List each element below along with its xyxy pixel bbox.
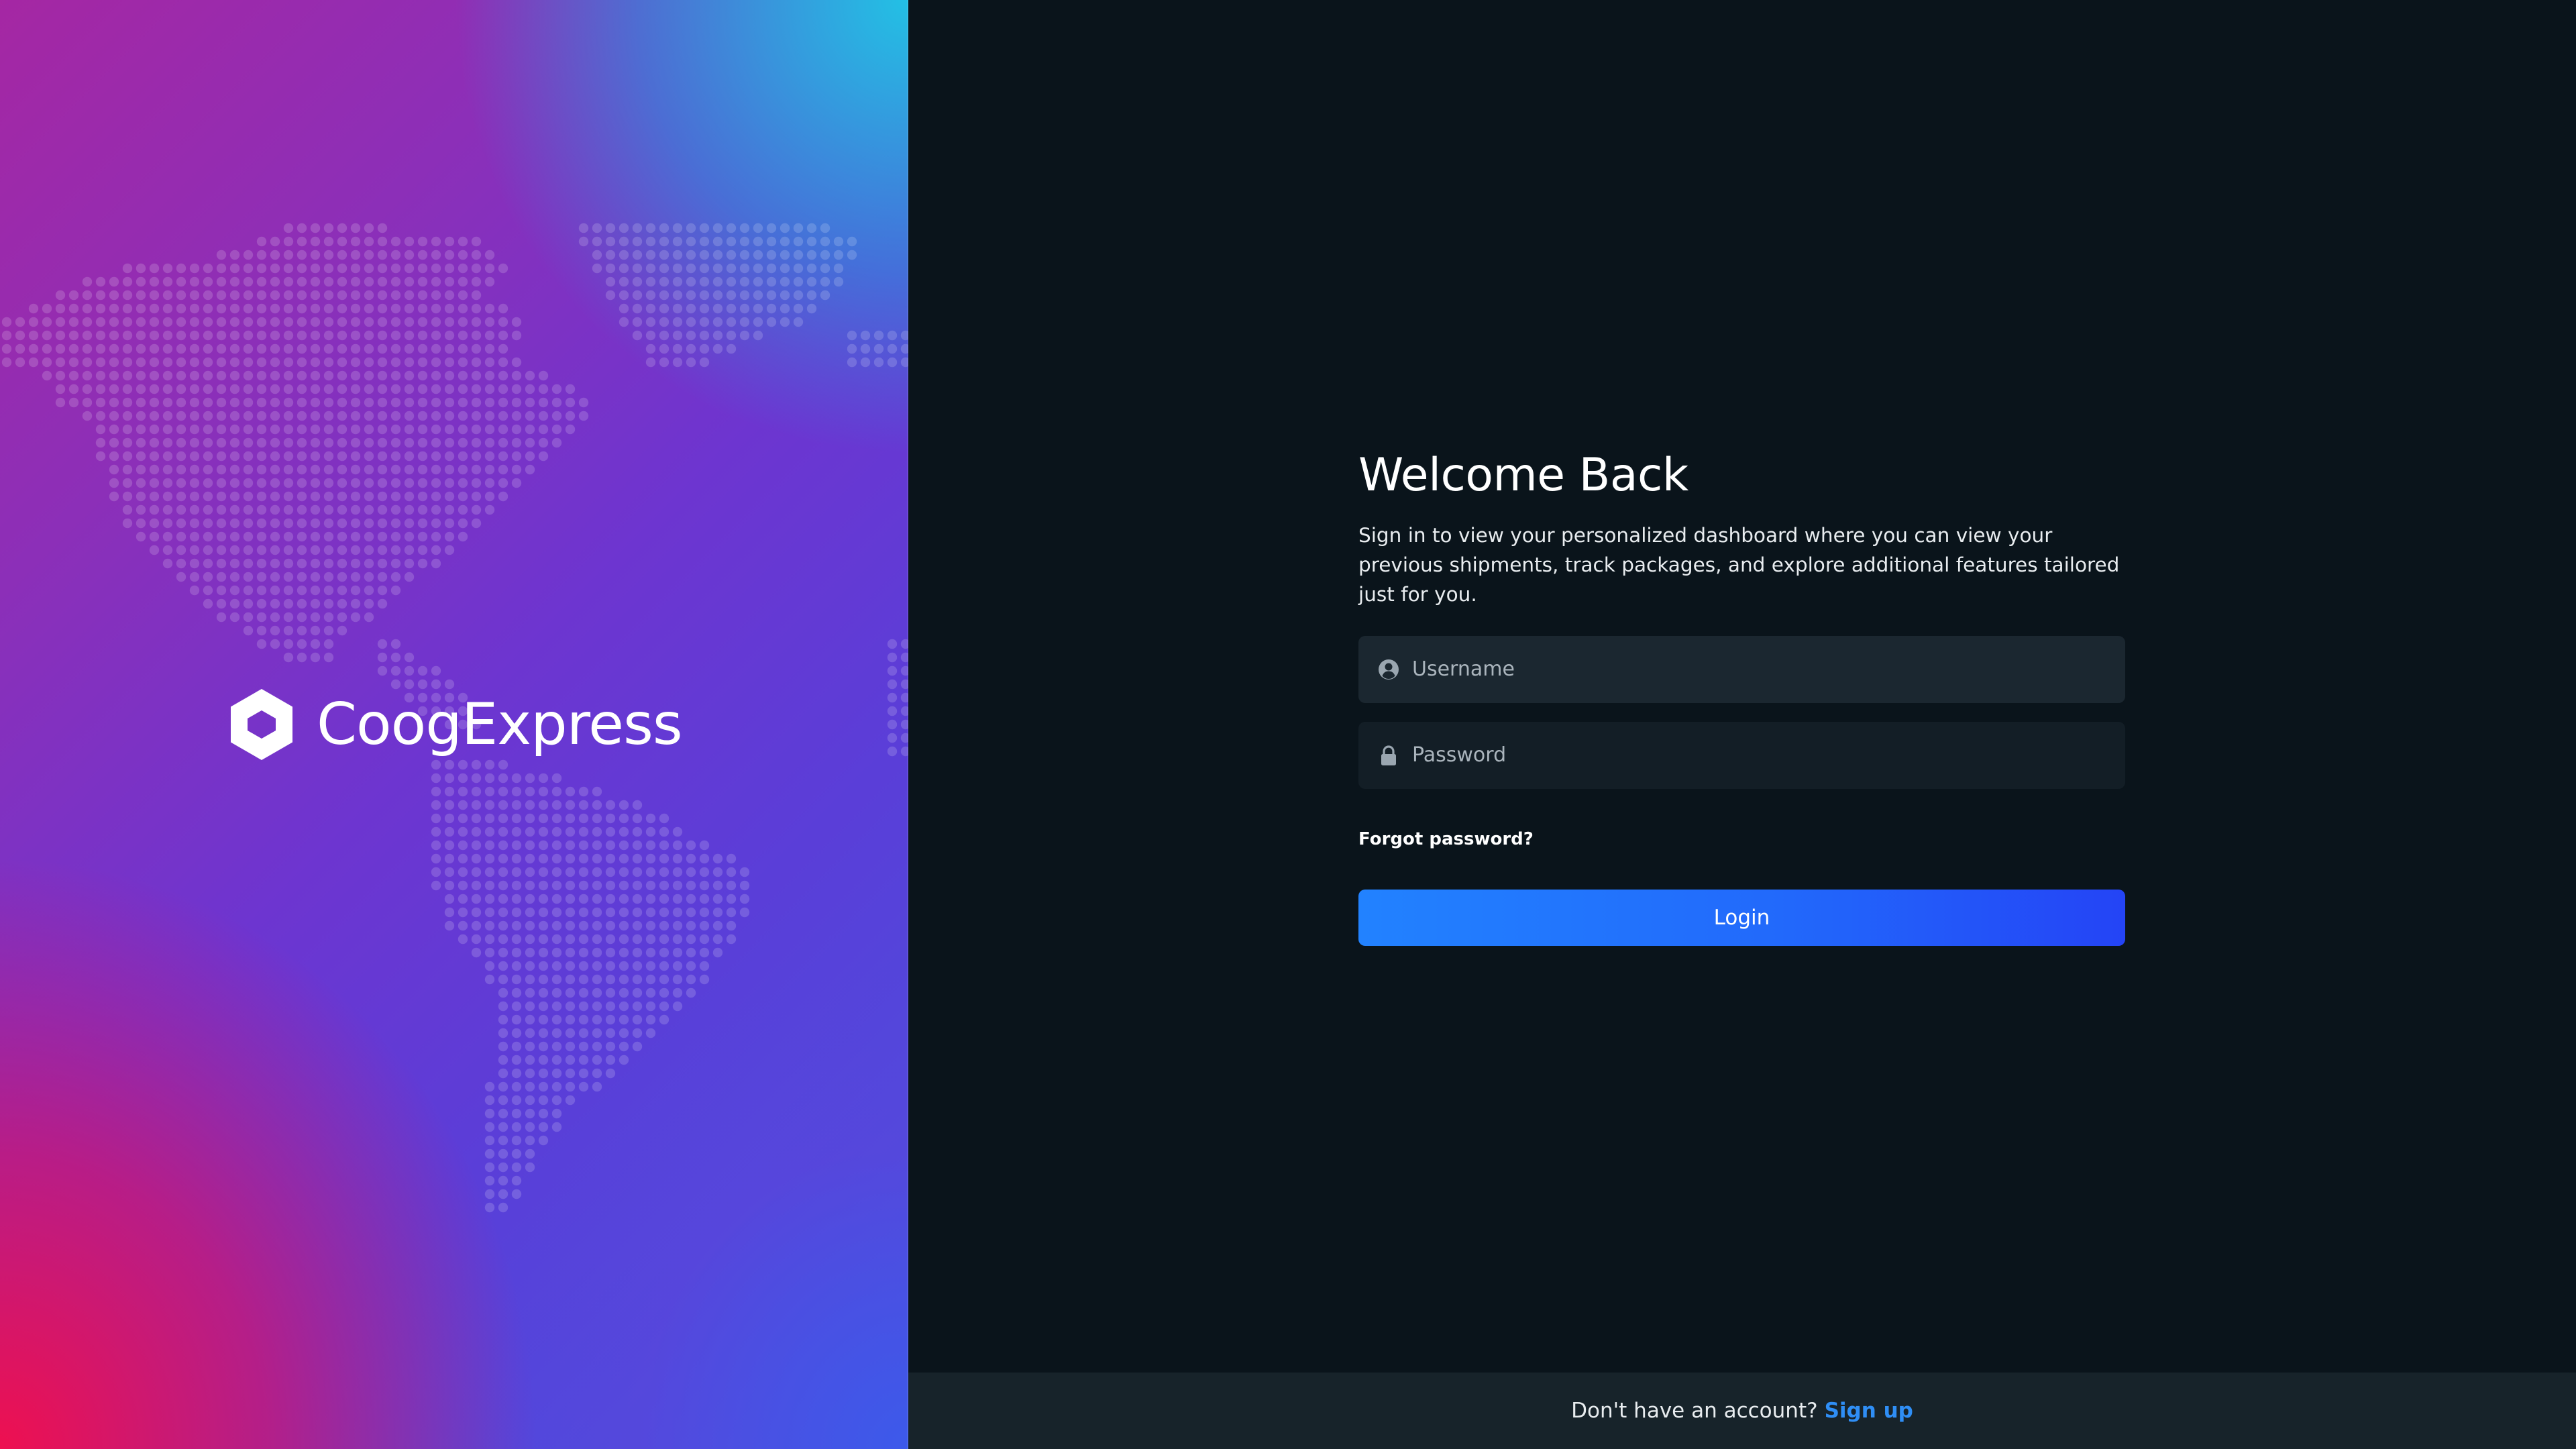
login-form: Welcome Back Sign in to view your person… (1358, 448, 2125, 946)
brand-panel: CoogExpress (0, 0, 908, 1449)
login-button[interactable]: Login (1358, 889, 2125, 946)
username-field[interactable] (1358, 635, 2125, 703)
page-title: Welcome Back (1358, 449, 1688, 502)
brand-name: CoogExpress (317, 691, 683, 758)
user-circle-icon (1379, 659, 1399, 680)
brand-logo: CoogExpress (229, 688, 683, 761)
password-input[interactable] (1400, 721, 2125, 789)
signup-footer: Don't have an account? Sign up (908, 1373, 2576, 1449)
login-page: CoogExpress Welcome Back Sign in to view… (0, 0, 2576, 1449)
hexagon-logo-icon (231, 689, 292, 760)
signup-prompt: Don't have an account? (1571, 1399, 1818, 1423)
signup-link[interactable]: Sign up (1825, 1399, 1913, 1423)
username-input[interactable] (1400, 635, 2125, 703)
password-field[interactable] (1358, 721, 2125, 789)
form-panel: Welcome Back Sign in to view your person… (908, 0, 2576, 1449)
page-subtitle: Sign in to view your personalized dashbo… (1358, 523, 2120, 606)
forgot-password-link[interactable]: Forgot password? (1358, 829, 1534, 849)
lock-icon (1381, 745, 1396, 765)
